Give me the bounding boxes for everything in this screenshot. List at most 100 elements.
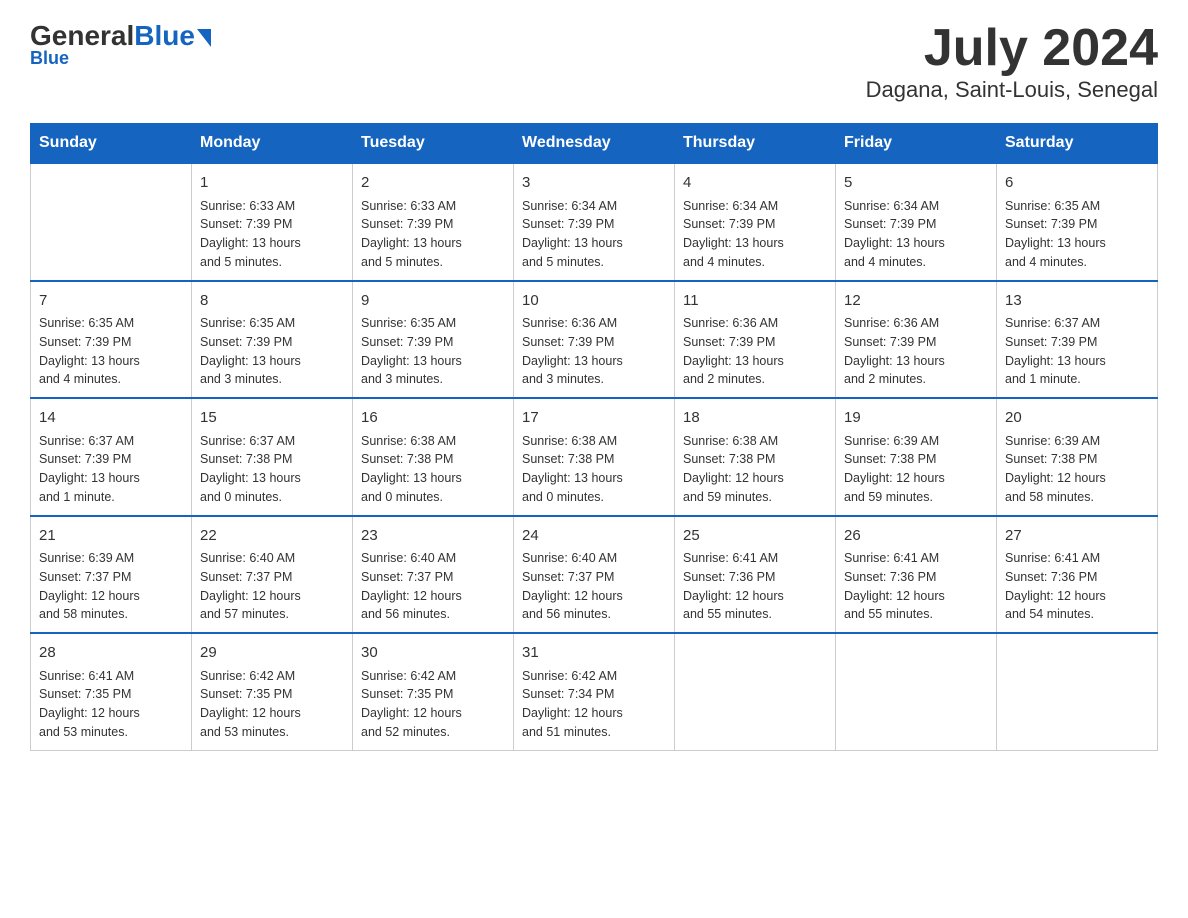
day-number: 13 bbox=[1005, 290, 1149, 313]
column-header-friday: Friday bbox=[836, 124, 997, 164]
day-number: 26 bbox=[844, 525, 988, 548]
calendar-cell: 17Sunrise: 6:38 AMSunset: 7:38 PMDayligh… bbox=[514, 398, 675, 516]
day-info: Sunrise: 6:39 AMSunset: 7:38 PMDaylight:… bbox=[1005, 432, 1149, 507]
calendar-week-row: 21Sunrise: 6:39 AMSunset: 7:37 PMDayligh… bbox=[31, 516, 1158, 634]
day-number: 25 bbox=[683, 525, 827, 548]
calendar-cell bbox=[836, 633, 997, 750]
calendar-cell: 16Sunrise: 6:38 AMSunset: 7:38 PMDayligh… bbox=[353, 398, 514, 516]
day-info: Sunrise: 6:40 AMSunset: 7:37 PMDaylight:… bbox=[522, 549, 666, 624]
day-number: 9 bbox=[361, 290, 505, 313]
day-number: 30 bbox=[361, 642, 505, 665]
column-header-sunday: Sunday bbox=[31, 124, 192, 164]
day-number: 14 bbox=[39, 407, 183, 430]
day-info: Sunrise: 6:42 AMSunset: 7:35 PMDaylight:… bbox=[200, 667, 344, 742]
calendar-cell: 7Sunrise: 6:35 AMSunset: 7:39 PMDaylight… bbox=[31, 281, 192, 399]
calendar-cell: 2Sunrise: 6:33 AMSunset: 7:39 PMDaylight… bbox=[353, 163, 514, 281]
logo-blue: Blue bbox=[134, 20, 195, 52]
calendar-cell: 27Sunrise: 6:41 AMSunset: 7:36 PMDayligh… bbox=[997, 516, 1158, 634]
logo-arrow-icon bbox=[197, 29, 211, 47]
day-info: Sunrise: 6:35 AMSunset: 7:39 PMDaylight:… bbox=[39, 314, 183, 389]
day-info: Sunrise: 6:33 AMSunset: 7:39 PMDaylight:… bbox=[200, 197, 344, 272]
day-info: Sunrise: 6:37 AMSunset: 7:38 PMDaylight:… bbox=[200, 432, 344, 507]
logo-underline: Blue bbox=[30, 48, 69, 69]
calendar-cell: 20Sunrise: 6:39 AMSunset: 7:38 PMDayligh… bbox=[997, 398, 1158, 516]
column-header-thursday: Thursday bbox=[675, 124, 836, 164]
day-info: Sunrise: 6:41 AMSunset: 7:36 PMDaylight:… bbox=[683, 549, 827, 624]
calendar-cell: 13Sunrise: 6:37 AMSunset: 7:39 PMDayligh… bbox=[997, 281, 1158, 399]
day-number: 21 bbox=[39, 525, 183, 548]
calendar-table: SundayMondayTuesdayWednesdayThursdayFrid… bbox=[30, 123, 1158, 751]
calendar-cell: 23Sunrise: 6:40 AMSunset: 7:37 PMDayligh… bbox=[353, 516, 514, 634]
day-number: 1 bbox=[200, 172, 344, 195]
day-info: Sunrise: 6:34 AMSunset: 7:39 PMDaylight:… bbox=[844, 197, 988, 272]
day-number: 10 bbox=[522, 290, 666, 313]
day-number: 15 bbox=[200, 407, 344, 430]
calendar-cell: 21Sunrise: 6:39 AMSunset: 7:37 PMDayligh… bbox=[31, 516, 192, 634]
day-number: 3 bbox=[522, 172, 666, 195]
calendar-week-row: 1Sunrise: 6:33 AMSunset: 7:39 PMDaylight… bbox=[31, 163, 1158, 281]
column-header-wednesday: Wednesday bbox=[514, 124, 675, 164]
day-number: 2 bbox=[361, 172, 505, 195]
calendar-cell: 25Sunrise: 6:41 AMSunset: 7:36 PMDayligh… bbox=[675, 516, 836, 634]
calendar-cell bbox=[675, 633, 836, 750]
day-number: 6 bbox=[1005, 172, 1149, 195]
calendar-cell: 9Sunrise: 6:35 AMSunset: 7:39 PMDaylight… bbox=[353, 281, 514, 399]
day-number: 27 bbox=[1005, 525, 1149, 548]
day-number: 29 bbox=[200, 642, 344, 665]
calendar-week-row: 14Sunrise: 6:37 AMSunset: 7:39 PMDayligh… bbox=[31, 398, 1158, 516]
day-info: Sunrise: 6:38 AMSunset: 7:38 PMDaylight:… bbox=[683, 432, 827, 507]
calendar-cell: 18Sunrise: 6:38 AMSunset: 7:38 PMDayligh… bbox=[675, 398, 836, 516]
calendar-subtitle: Dagana, Saint-Louis, Senegal bbox=[866, 77, 1158, 103]
day-info: Sunrise: 6:38 AMSunset: 7:38 PMDaylight:… bbox=[361, 432, 505, 507]
title-block: July 2024 Dagana, Saint-Louis, Senegal bbox=[866, 20, 1158, 103]
day-number: 20 bbox=[1005, 407, 1149, 430]
day-info: Sunrise: 6:37 AMSunset: 7:39 PMDaylight:… bbox=[1005, 314, 1149, 389]
column-header-tuesday: Tuesday bbox=[353, 124, 514, 164]
calendar-cell: 31Sunrise: 6:42 AMSunset: 7:34 PMDayligh… bbox=[514, 633, 675, 750]
calendar-cell: 6Sunrise: 6:35 AMSunset: 7:39 PMDaylight… bbox=[997, 163, 1158, 281]
day-number: 22 bbox=[200, 525, 344, 548]
calendar-cell bbox=[31, 163, 192, 281]
day-info: Sunrise: 6:40 AMSunset: 7:37 PMDaylight:… bbox=[361, 549, 505, 624]
day-info: Sunrise: 6:41 AMSunset: 7:35 PMDaylight:… bbox=[39, 667, 183, 742]
day-info: Sunrise: 6:35 AMSunset: 7:39 PMDaylight:… bbox=[361, 314, 505, 389]
calendar-cell: 1Sunrise: 6:33 AMSunset: 7:39 PMDaylight… bbox=[192, 163, 353, 281]
calendar-cell: 24Sunrise: 6:40 AMSunset: 7:37 PMDayligh… bbox=[514, 516, 675, 634]
day-number: 24 bbox=[522, 525, 666, 548]
calendar-week-row: 28Sunrise: 6:41 AMSunset: 7:35 PMDayligh… bbox=[31, 633, 1158, 750]
day-info: Sunrise: 6:35 AMSunset: 7:39 PMDaylight:… bbox=[200, 314, 344, 389]
day-number: 31 bbox=[522, 642, 666, 665]
column-header-monday: Monday bbox=[192, 124, 353, 164]
calendar-cell bbox=[997, 633, 1158, 750]
page-header: General Blue Blue July 2024 Dagana, Sain… bbox=[30, 20, 1158, 103]
column-header-saturday: Saturday bbox=[997, 124, 1158, 164]
day-info: Sunrise: 6:40 AMSunset: 7:37 PMDaylight:… bbox=[200, 549, 344, 624]
day-info: Sunrise: 6:36 AMSunset: 7:39 PMDaylight:… bbox=[522, 314, 666, 389]
day-number: 28 bbox=[39, 642, 183, 665]
day-info: Sunrise: 6:37 AMSunset: 7:39 PMDaylight:… bbox=[39, 432, 183, 507]
day-number: 5 bbox=[844, 172, 988, 195]
day-number: 4 bbox=[683, 172, 827, 195]
calendar-cell: 5Sunrise: 6:34 AMSunset: 7:39 PMDaylight… bbox=[836, 163, 997, 281]
calendar-cell: 11Sunrise: 6:36 AMSunset: 7:39 PMDayligh… bbox=[675, 281, 836, 399]
calendar-cell: 15Sunrise: 6:37 AMSunset: 7:38 PMDayligh… bbox=[192, 398, 353, 516]
day-info: Sunrise: 6:35 AMSunset: 7:39 PMDaylight:… bbox=[1005, 197, 1149, 272]
day-info: Sunrise: 6:34 AMSunset: 7:39 PMDaylight:… bbox=[522, 197, 666, 272]
calendar-cell: 10Sunrise: 6:36 AMSunset: 7:39 PMDayligh… bbox=[514, 281, 675, 399]
day-info: Sunrise: 6:34 AMSunset: 7:39 PMDaylight:… bbox=[683, 197, 827, 272]
logo: General Blue Blue bbox=[30, 20, 211, 69]
day-number: 7 bbox=[39, 290, 183, 313]
day-info: Sunrise: 6:38 AMSunset: 7:38 PMDaylight:… bbox=[522, 432, 666, 507]
day-info: Sunrise: 6:36 AMSunset: 7:39 PMDaylight:… bbox=[844, 314, 988, 389]
day-number: 12 bbox=[844, 290, 988, 313]
day-info: Sunrise: 6:39 AMSunset: 7:37 PMDaylight:… bbox=[39, 549, 183, 624]
calendar-cell: 12Sunrise: 6:36 AMSunset: 7:39 PMDayligh… bbox=[836, 281, 997, 399]
day-info: Sunrise: 6:39 AMSunset: 7:38 PMDaylight:… bbox=[844, 432, 988, 507]
day-info: Sunrise: 6:42 AMSunset: 7:35 PMDaylight:… bbox=[361, 667, 505, 742]
day-number: 16 bbox=[361, 407, 505, 430]
calendar-cell: 22Sunrise: 6:40 AMSunset: 7:37 PMDayligh… bbox=[192, 516, 353, 634]
calendar-cell: 29Sunrise: 6:42 AMSunset: 7:35 PMDayligh… bbox=[192, 633, 353, 750]
calendar-cell: 28Sunrise: 6:41 AMSunset: 7:35 PMDayligh… bbox=[31, 633, 192, 750]
day-info: Sunrise: 6:36 AMSunset: 7:39 PMDaylight:… bbox=[683, 314, 827, 389]
day-number: 18 bbox=[683, 407, 827, 430]
